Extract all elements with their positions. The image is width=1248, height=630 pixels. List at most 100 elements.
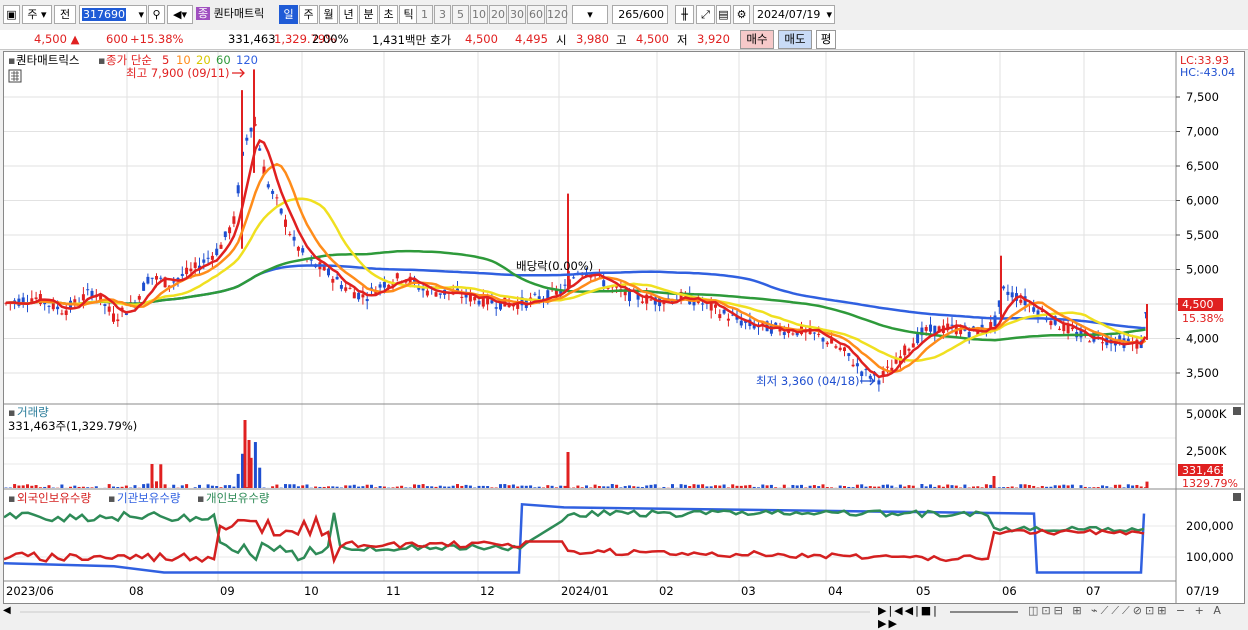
save-icon[interactable]: ▤ [716,5,731,24]
volume-bar [379,486,382,488]
candle-body [839,348,842,350]
bid-price: 4,495 [515,32,548,46]
date-value: 2024/07/19 [757,8,820,21]
legend-marker: ▪ [8,54,15,67]
interval-button-60[interactable]: 60 [527,5,545,24]
volume-bar [1097,487,1100,488]
candle-body [856,363,859,366]
volume-bar [809,486,812,488]
volume-bar [194,487,197,488]
interval-dropdown[interactable]: ▾ [572,5,608,24]
interval-button-30[interactable]: 30 [508,5,526,24]
gear-icon[interactable]: ⚙ [733,5,750,24]
volume-bar [60,485,63,488]
dividend-label: 배당락(0.00%) [516,259,593,273]
period-select[interactable]: 주 ▾ [22,5,52,24]
volume-bar [439,486,442,488]
zoom-slider[interactable] [950,611,1018,613]
volume-bar [933,487,936,488]
period-button-4[interactable]: 분 [359,5,378,24]
volume-bar [383,487,386,488]
ask-price: 4,500 [465,32,498,46]
line-tool-icon[interactable]: ⤢ [696,5,715,24]
volume-bar [349,486,352,488]
volume-bar [1032,486,1035,488]
volume-bar [159,464,162,488]
candle-body [56,307,59,309]
chart-area[interactable]: 7,5007,0006,5006,0005,5005,0004,5004,000… [3,51,1245,604]
volume-close-icon[interactable] [1233,407,1241,415]
window-icon[interactable]: ▣ [3,5,20,24]
count-input[interactable]: 265/600 [612,5,668,24]
buy-button[interactable]: 매수 [740,30,774,49]
candle-body [727,319,730,321]
volume-bar [426,486,429,488]
code-input[interactable]: 317690 ▾ [79,5,147,24]
chart-canvas[interactable]: 7,5007,0006,5006,0005,5005,0004,5004,000… [4,52,1244,603]
volume-bar [598,486,601,488]
candle-body [533,294,536,295]
eval-button[interactable]: 평 [816,30,836,49]
price-change: 600 [106,32,128,46]
volume-bar [521,486,524,488]
foreign-line [4,518,1144,562]
x-tick-label-10: 05 [916,584,931,598]
candle-body [396,273,399,278]
candle-body [834,346,837,348]
volume-bar [125,486,128,488]
interval-button-20[interactable]: 20 [489,5,507,24]
sell-button[interactable]: 매도 [778,30,812,49]
volume-bar [632,486,635,488]
holdings-lines [4,504,1144,572]
volume-bar [361,486,364,488]
candle-body [1071,328,1074,330]
volume-bar [615,485,618,488]
volume-bar [637,487,640,488]
holdings-axis-label-0: 200,000 [1186,519,1234,533]
scroll-track[interactable] [20,611,870,613]
volume-value: 331,463 [228,32,276,46]
search-icon[interactable]: ⚲ [148,5,165,24]
price-pct-tag: 15.38% [1182,312,1224,325]
draw-tools[interactable]: ◫⊡⊟ ⊞ ⌁⟋⟋⟋⊘⊡⊞ − + A [1028,604,1224,618]
candle-body [791,333,794,334]
period-button-3[interactable]: 년 [339,5,358,24]
prev-button[interactable]: 전 [54,5,76,24]
volume-bar [435,487,438,488]
interval-button-1[interactable]: 1 [416,5,433,24]
scroll-left-icon[interactable]: ◀ [3,605,15,618]
date-input[interactable]: 2024/07/19▾ [753,5,835,24]
volume-bar [766,485,769,488]
candle-body [48,306,51,307]
volume-bar [748,485,751,488]
volume-bar [443,486,446,488]
volume-bar [546,485,549,488]
candle-body [155,276,158,280]
volume-bar [611,484,614,488]
volume-bar [757,487,760,488]
interval-button-120[interactable]: 120 [546,5,567,24]
candle-body [1058,329,1061,330]
candle-body [228,227,231,233]
x-tick-label-7: 02 [659,584,674,598]
period-button-2[interactable]: 월 [319,5,338,24]
volume-bar [478,486,481,488]
candle-body [843,347,846,351]
interval-button-5[interactable]: 5 [452,5,469,24]
candle-icon[interactable]: ╫ [675,5,694,24]
period-button-5[interactable]: 초 [379,5,398,24]
holdings-close-icon[interactable] [1233,493,1241,501]
period-button-0[interactable]: 일 [279,5,298,24]
playback-controls[interactable]: ▶|◀◀|■|▶▶ [878,604,948,619]
interval-button-3[interactable]: 3 [434,5,451,24]
period-button-1[interactable]: 주 [299,5,318,24]
candle-body [1002,286,1005,288]
candle-body [344,287,347,290]
speaker-icon[interactable]: ◀▾ [167,5,193,24]
interval-button-10[interactable]: 10 [470,5,488,24]
candle-body [564,285,567,286]
candle-body [237,185,240,193]
volume-bar [1067,485,1070,488]
volume-bar [714,485,717,488]
volume-bar [314,487,317,488]
